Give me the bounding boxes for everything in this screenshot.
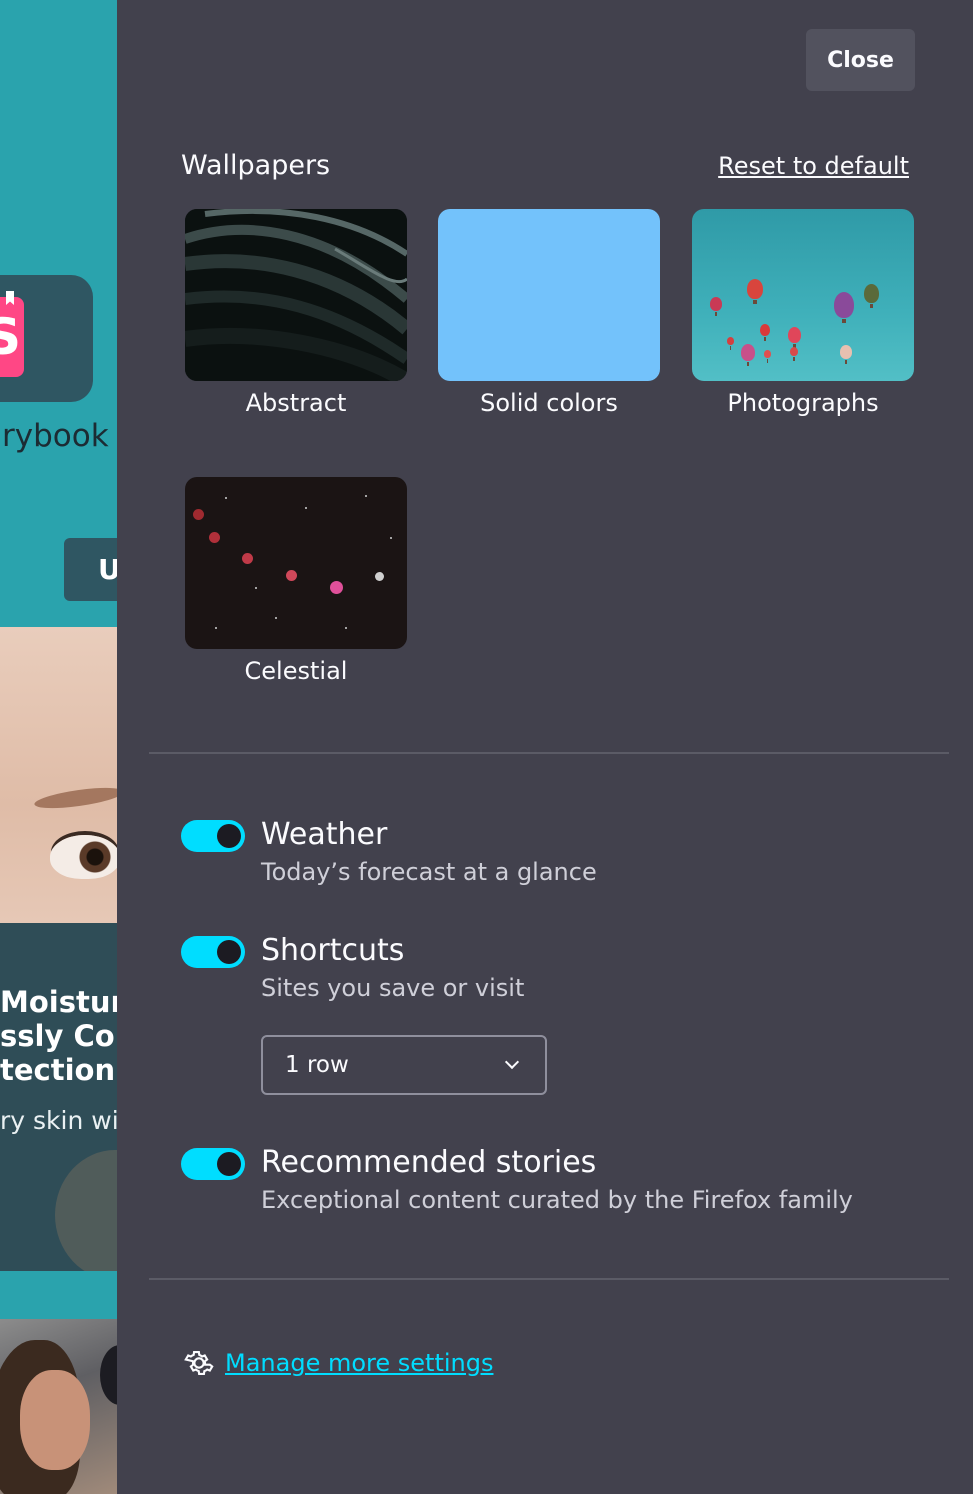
close-button[interactable]: Close [806,29,915,91]
brand-name-fragment: rybook [2,418,109,454]
balloon-shape [788,327,801,348]
reset-to-default-link[interactable]: Reset to default [718,152,909,180]
shortcuts-title: Shortcuts [261,933,405,968]
star-dot [255,587,257,589]
balloon-shape [727,337,734,350]
toggle-knob [217,1152,241,1176]
article-title-line: Moisturi [0,985,117,1019]
eye-shape [50,835,117,879]
select-value: 1 row [285,1052,349,1078]
wallpaper-thumb-abstract[interactable] [185,209,407,381]
section-divider [149,752,949,754]
weather-title: Weather [261,817,388,852]
article-image-face [0,627,117,923]
star-dot [215,627,217,629]
shortcuts-rows-select[interactable]: 1 row [261,1035,547,1095]
moon-phase [242,553,253,564]
recommended-stories-toggle[interactable] [181,1148,245,1180]
wallpaper-thumb-solid[interactable] [438,209,660,381]
weather-description: Today’s forecast at a glance [261,858,597,886]
customize-panel: Close Wallpapers Reset to default Abstra… [117,0,973,1494]
article-title-line: ssly Com [0,1019,117,1053]
star-dot [345,627,347,629]
wallpaper-label: Photographs [727,389,879,417]
moon-phase [193,509,204,520]
weather-toggle[interactable] [181,820,245,852]
balloon-shape [834,292,854,323]
wallpaper-thumb-photographs[interactable] [692,209,914,381]
article-title-line: tection [0,1053,116,1087]
article-description: ry skin wit [0,1106,117,1135]
star-dot [305,507,307,509]
moon-phase [286,570,297,581]
star-dot [275,617,277,619]
gear-icon [184,1351,214,1375]
shortcuts-toggle[interactable] [181,936,245,968]
recommended-stories-title: Recommended stories [261,1145,597,1180]
moon-phase [209,532,220,543]
portrait-face [20,1370,90,1470]
abstract-waves-image [185,209,407,381]
manage-more-settings-link[interactable]: Manage more settings [225,1349,493,1377]
moon-phase [375,572,384,581]
wallpaper-thumb-celestial[interactable] [185,477,407,649]
balloon-shape [760,324,770,341]
wallpaper-label: Abstract [245,389,347,417]
manage-more-settings[interactable]: Manage more settings [183,1347,493,1379]
wallpapers-title: Wallpapers [181,150,331,181]
recommended-stories-description: Exceptional content curated by the Firef… [261,1186,853,1214]
balloon-shape [790,347,798,361]
balloon-shape [747,279,763,304]
brand-cta-button[interactable]: U [64,538,117,601]
balloon-shape [764,350,771,363]
chevron-down-icon [504,1054,520,1070]
balloon-shape [741,344,755,366]
article-title: Moisturi ssly Com tection [0,985,117,1087]
wallpaper-celestial[interactable]: Celestial [185,477,407,685]
wallpaper-label: Solid colors [480,389,618,417]
balloon-shape [840,345,852,364]
moon-phase [330,581,343,594]
toggle-knob [217,824,241,848]
wallpaper-solid-colors[interactable]: Solid colors [438,209,660,417]
wallpaper-abstract[interactable]: Abstract [185,209,407,417]
card-gap [0,1271,117,1319]
shortcuts-description: Sites you save or visit [261,974,525,1002]
wallpaper-photographs[interactable]: Photographs [692,209,914,417]
section-divider [149,1278,949,1280]
toggle-knob [217,940,241,964]
star-dot [365,495,367,497]
balloon-shape [710,297,722,316]
balloon-shape [864,284,879,308]
wallpaper-label: Celestial [244,657,348,685]
star-dot [390,537,392,539]
background-newtab-strip: S rybook U Moisturi ssly Com tection ry … [0,0,117,1494]
brand-logo-tile: S [0,275,93,402]
star-dot [225,497,227,499]
storybook-logo: S [0,297,24,377]
